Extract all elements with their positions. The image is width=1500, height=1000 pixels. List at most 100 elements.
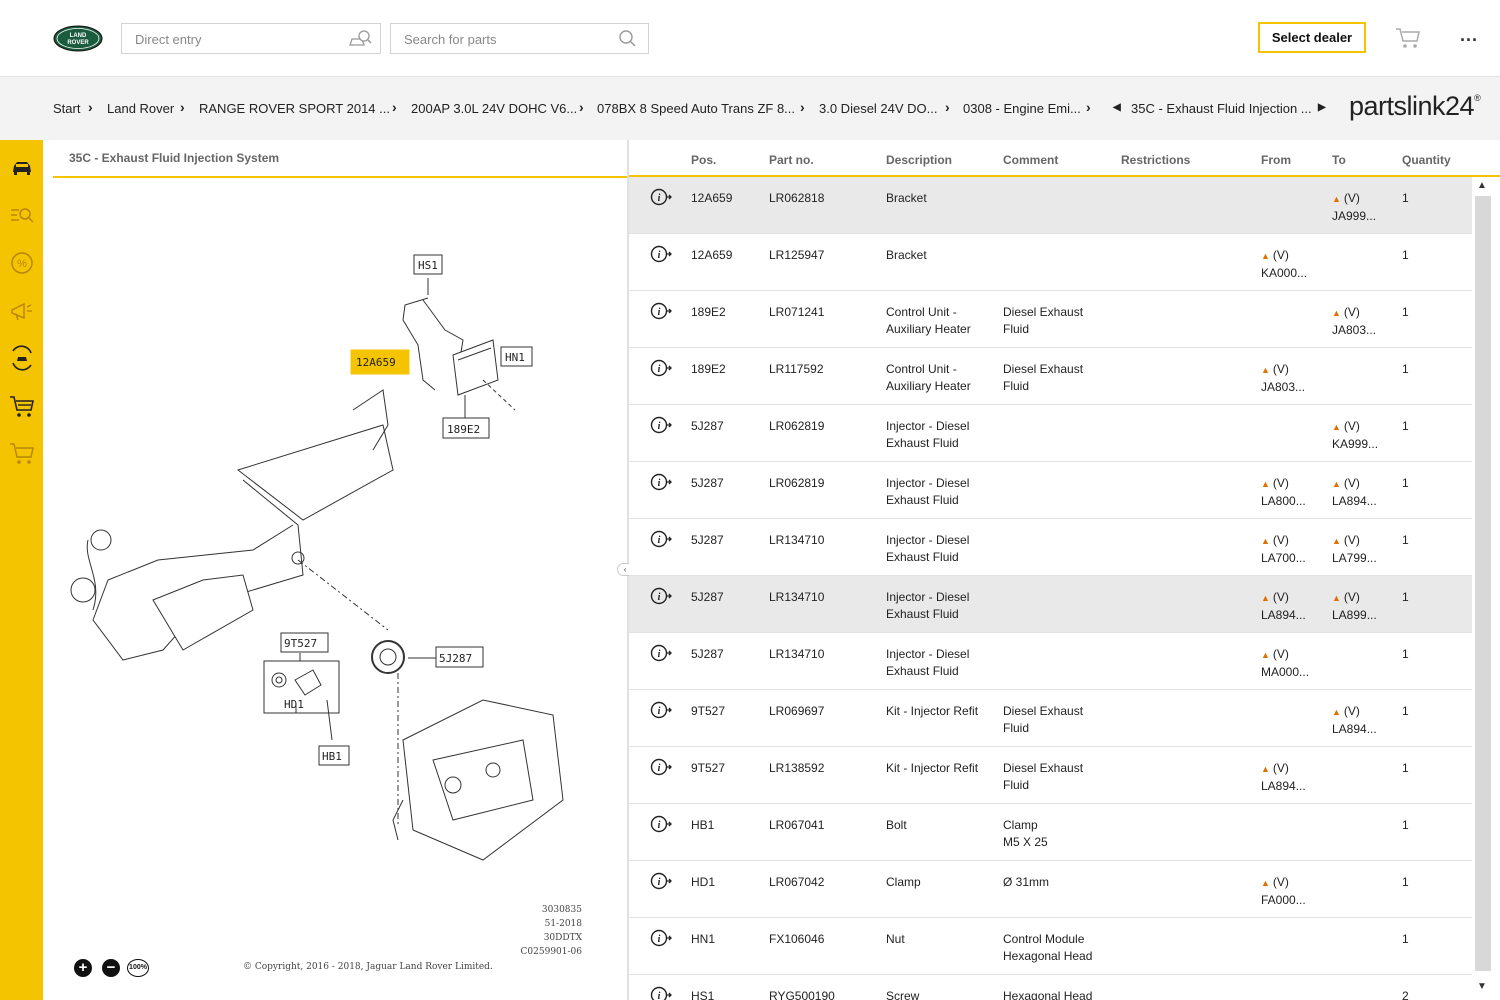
- cell-from-line2: LA894...: [1261, 779, 1306, 793]
- table-row[interactable]: i HD1 LR067042 Clamp Ø 31mm ▲ (V) FA000... 1: [629, 861, 1472, 918]
- diagram-label-hs1[interactable]: HS1: [418, 259, 438, 272]
- cell-part-no[interactable]: LR062819: [769, 418, 824, 435]
- table-row[interactable]: i 5J287 LR134710 Injector - Diesel Exhaust F…: [629, 576, 1472, 633]
- zoom-out-button[interactable]: −: [102, 959, 120, 977]
- diagram-label-12a659[interactable]: 12A659: [356, 356, 396, 369]
- column-header-pos[interactable]: Pos.: [691, 153, 716, 167]
- cart-icon[interactable]: [1395, 26, 1421, 50]
- table-row[interactable]: i 189E2 LR071241 Control Unit - Auxiliary He…: [629, 291, 1472, 348]
- cart-full-icon[interactable]: [9, 393, 35, 419]
- breadcrumb-item-group[interactable]: 0308 - Engine Emi...: [963, 101, 1081, 116]
- table-row[interactable]: i 189E2 LR117592 Control Unit - Auxiliary He…: [629, 348, 1472, 405]
- cell-comment-line1: Ø 31mm: [1003, 875, 1050, 889]
- breadcrumb-item-start[interactable]: Start: [53, 101, 80, 116]
- diagram-label-hb1[interactable]: HB1: [322, 750, 342, 763]
- cell-part-no[interactable]: LR062819: [769, 475, 824, 492]
- info-arrow-icon[interactable]: i: [650, 359, 672, 377]
- info-arrow-icon[interactable]: i: [650, 245, 672, 263]
- table-row[interactable]: i 9T527 LR138592 Kit - Injector Refit Diesel…: [629, 747, 1472, 804]
- zoom-reset-button[interactable]: 100%: [127, 959, 149, 977]
- car-icon[interactable]: [9, 155, 35, 181]
- table-row[interactable]: i 5J287 LR062819 Injector - Diesel Exhaust F…: [629, 405, 1472, 462]
- cell-part-no[interactable]: LR062818: [769, 190, 824, 207]
- table-row[interactable]: i 5J287 LR062819 Injector - Diesel Exhaust F…: [629, 462, 1472, 519]
- table-row[interactable]: i HS1 RYG500190 Screw Hexagonal Head 2: [629, 975, 1472, 1000]
- select-dealer-button[interactable]: Select dealer: [1258, 22, 1366, 53]
- search-list-icon[interactable]: [9, 202, 35, 228]
- vehicle-history-icon[interactable]: [9, 345, 35, 371]
- column-header-description[interactable]: Description: [886, 153, 952, 167]
- info-arrow-icon[interactable]: i: [650, 986, 672, 1000]
- info-arrow-icon[interactable]: i: [650, 188, 672, 206]
- breadcrumb-scroll-right-icon[interactable]: ▶: [1318, 102, 1326, 113]
- cell-comment-line1: Hexagonal Head: [1003, 989, 1093, 1000]
- cell-part-no[interactable]: LR117592: [769, 361, 824, 378]
- cell-part-no[interactable]: LR138592: [769, 760, 824, 777]
- cell-part-no[interactable]: FX106046: [769, 931, 824, 948]
- column-header-part-no[interactable]: Part no.: [769, 153, 814, 167]
- table-row[interactable]: i 12A659 LR062818 Bracket ▲ (V) JA999... 1: [629, 177, 1472, 234]
- info-arrow-icon[interactable]: i: [650, 530, 672, 548]
- parts-diagram[interactable]: HS1 12A659 HN1 189E2 9T527 5J287 HD1 HB1: [53, 180, 627, 1000]
- vehicle-search-icon[interactable]: [348, 29, 372, 49]
- cell-description-line2: Exhaust Fluid: [886, 607, 959, 621]
- cell-part-no[interactable]: LR134710: [769, 532, 824, 549]
- cell-part-no[interactable]: LR067041: [769, 817, 824, 834]
- cell-part-no[interactable]: LR125947: [769, 247, 824, 264]
- breadcrumb-scroll-left-icon[interactable]: ◀: [1113, 102, 1121, 113]
- column-header-to[interactable]: To: [1332, 153, 1346, 167]
- column-header-quantity[interactable]: Quantity: [1402, 153, 1451, 167]
- diagram-label-189e2[interactable]: 189E2: [447, 423, 480, 436]
- column-header-restrictions[interactable]: Restrictions: [1121, 153, 1190, 167]
- warning-icon: ▲: [1332, 593, 1341, 603]
- table-row[interactable]: i 9T527 LR069697 Kit - Injector Refit Diesel…: [629, 690, 1472, 747]
- cell-part-no[interactable]: RYG500190: [769, 988, 835, 1000]
- breadcrumb-item-brand[interactable]: Land Rover: [107, 101, 174, 116]
- diagram-label-hn1[interactable]: HN1: [505, 351, 525, 364]
- scrollbar-thumb[interactable]: [1475, 196, 1491, 971]
- breadcrumb-item-engine[interactable]: 200AP 3.0L 24V DOHC V6...: [411, 101, 577, 116]
- cart-icon[interactable]: [9, 440, 35, 466]
- more-menu-button[interactable]: ...: [1460, 25, 1478, 46]
- cell-from-line2: KA000...: [1261, 266, 1308, 280]
- info-arrow-icon[interactable]: i: [650, 587, 672, 605]
- info-arrow-icon[interactable]: i: [650, 644, 672, 662]
- zoom-in-button[interactable]: +: [74, 959, 92, 977]
- diagram-label-9t527[interactable]: 9T527: [284, 637, 317, 650]
- info-arrow-icon[interactable]: i: [650, 416, 672, 434]
- cell-part-no[interactable]: LR134710: [769, 589, 824, 606]
- info-arrow-icon[interactable]: i: [650, 872, 672, 890]
- breadcrumb-item-variant[interactable]: 3.0 Diesel 24V DO...: [819, 101, 938, 116]
- table-row[interactable]: i 5J287 LR134710 Injector - Diesel Exhaust F…: [629, 633, 1472, 690]
- search-parts-input[interactable]: Search for parts: [390, 23, 649, 54]
- land-rover-logo[interactable]: LAND ROVER: [53, 25, 103, 52]
- cell-part-no[interactable]: LR069697: [769, 703, 824, 720]
- column-header-from[interactable]: From: [1261, 153, 1291, 167]
- breadcrumb-item-transmission[interactable]: 078BX 8 Speed Auto Trans ZF 8...: [597, 101, 795, 116]
- table-row[interactable]: i HB1 LR067041 Bolt Clamp M5 X 25 1: [629, 804, 1472, 861]
- megaphone-icon[interactable]: [9, 298, 35, 324]
- percent-icon[interactable]: %: [9, 250, 35, 276]
- cell-part-no[interactable]: LR071241: [769, 304, 824, 321]
- info-arrow-icon[interactable]: i: [650, 473, 672, 491]
- scroll-down-icon[interactable]: ▼: [1477, 981, 1487, 992]
- table-row[interactable]: i 5J287 LR134710 Injector - Diesel Exhaust F…: [629, 519, 1472, 576]
- diagram-label-hd1[interactable]: HD1: [284, 698, 304, 711]
- scroll-up-icon[interactable]: ▲: [1477, 180, 1487, 191]
- direct-entry-input[interactable]: Direct entry: [121, 23, 381, 54]
- table-row[interactable]: i HN1 FX106046 Nut Control Module Hexagonal H…: [629, 918, 1472, 975]
- column-header-comment[interactable]: Comment: [1003, 153, 1058, 167]
- info-arrow-icon[interactable]: i: [650, 701, 672, 719]
- cell-part-no[interactable]: LR134710: [769, 646, 824, 663]
- info-arrow-icon[interactable]: i: [650, 302, 672, 320]
- info-arrow-icon[interactable]: i: [650, 815, 672, 833]
- search-icon[interactable]: [616, 29, 640, 49]
- breadcrumb-item-current[interactable]: 35C - Exhaust Fluid Injection ...: [1131, 101, 1312, 116]
- cell-part-no[interactable]: LR067042: [769, 874, 824, 891]
- info-arrow-icon[interactable]: i: [650, 758, 672, 776]
- table-row[interactable]: i 12A659 LR125947 Bracket ▲ (V) KA000... 1: [629, 234, 1472, 291]
- info-arrow-icon[interactable]: i: [650, 929, 672, 947]
- breadcrumb-item-model[interactable]: RANGE ROVER SPORT 2014 ...: [199, 101, 390, 116]
- diagram-label-5j287[interactable]: 5J287: [439, 652, 472, 665]
- cell-from: ▲ (V) LA894...: [1261, 760, 1306, 795]
